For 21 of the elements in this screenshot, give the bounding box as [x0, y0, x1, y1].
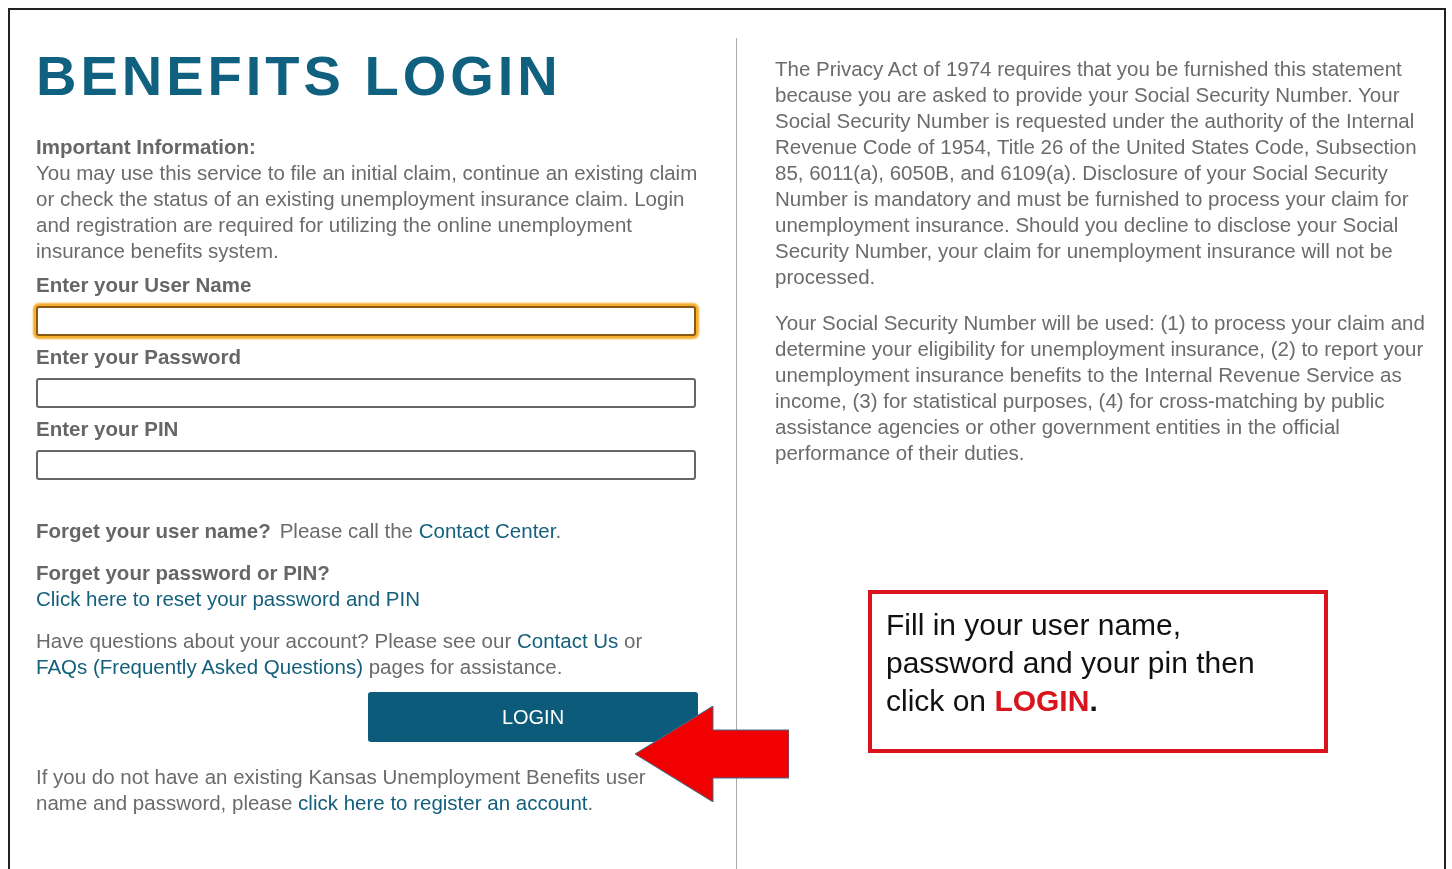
input-field[interactable]: [36, 450, 696, 480]
help-link[interactable]: Click here to reset your password and PIN: [36, 587, 420, 610]
help-link[interactable]: Contact Us: [516, 629, 619, 652]
field-label: Enter your User Name: [36, 272, 253, 298]
input-field[interactable]: [36, 306, 696, 336]
info-heading: Important Information:: [36, 134, 257, 160]
privacy-text: The Privacy Act of 1974 requires that you be furnished this statement because you are asked to provide your Social Security Number. Your Social Security Number is requested under the authority of the Internal Revenue Code of 1954, Title 26 of the United States Code, Subsection 85, 6011(a), 6050B, and 6109(a). Disclosure of your Social Security Number is mandatory and must be furnished to process your claim for unemployment insurance. Should you decline to disclose your Social Security Number, your claim for unemployment insurance will not be processed.: [775, 56, 1418, 290]
help-text: Have questions about your account? Please see our Contact Us or FAQs (Frequently Asked Questions) pages for assistance.: [36, 628, 644, 680]
register-link[interactable]: click here to register an account: [298, 791, 588, 814]
help-text: Forget your user name? Please call the Contact Center.: [36, 518, 563, 544]
help-link[interactable]: FAQs (Frequently Asked Questions): [36, 655, 363, 678]
callout-text: Fill in your user name, password and your pin then click on LOGIN.: [886, 607, 1256, 719]
info-text: You may use this service to file an initial claim, continue an existing claim or check the status of an existing unemployment insurance claim. Login and registration are required for utilizing the online unemployment insurance benefits system.: [36, 160, 698, 264]
help-link[interactable]: Contact Center: [418, 519, 556, 542]
field-label: Enter your Password: [36, 344, 243, 370]
login-button[interactable]: LOGIN: [368, 692, 698, 742]
privacy-text: Your Social Security Number will be used: (1) to process your claim and determine your eligibility for unemployment insurance, (2) to report your unemployment insurance benefits to the Internal Revenue Service as income, (3) for statistical purposes, (4) for cross-matching by public assistance agencies or other government entities in the official performance of their duties.: [775, 310, 1426, 466]
help-text: Forget your password or PIN? Click here to reset your password and PIN: [36, 560, 421, 612]
input-field[interactable]: [36, 378, 696, 408]
field-label: Enter your PIN: [36, 416, 180, 442]
page-title: BENEFITS LOGIN: [36, 44, 563, 108]
